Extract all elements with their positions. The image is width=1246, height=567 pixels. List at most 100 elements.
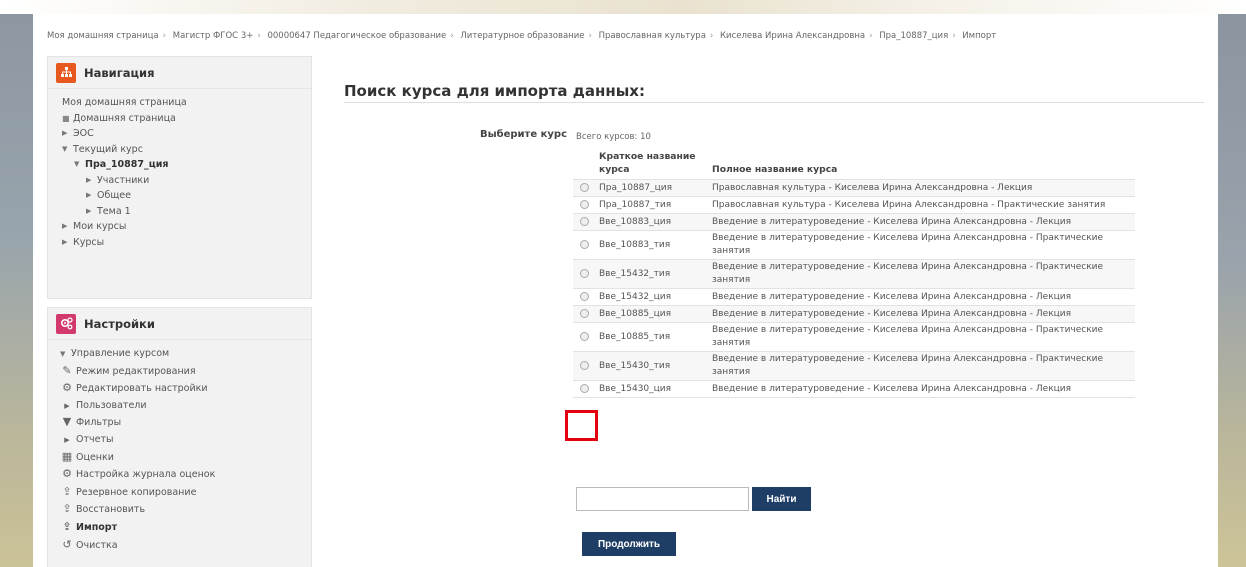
course-short-name: Вве_10883_ция — [595, 213, 708, 231]
triangle-right-icon: ▶ — [64, 401, 70, 410]
nav-item-general[interactable]: ▶ Общее — [62, 188, 311, 204]
course-short-name: Пра_10887_ция — [595, 179, 708, 197]
nav-item-label: Текущий курс — [73, 143, 143, 155]
breadcrumb-item[interactable]: 00000647 Педагогическое образование — [267, 31, 446, 41]
breadcrumb-item[interactable]: Литературное образование — [460, 31, 584, 41]
course-short-name: Вве_15430_тия — [595, 351, 708, 381]
breadcrumb-item[interactable]: Пра_10887_ция — [879, 31, 948, 41]
table-row[interactable]: Вве_15432_тия Введение в литературоведени… — [573, 259, 1135, 289]
course-radio[interactable] — [579, 360, 589, 370]
pencil-icon: ✎ — [62, 363, 72, 377]
top-background-strip — [0, 0, 1246, 14]
left-background — [0, 14, 33, 567]
settings-item-backup[interactable]: ⇪ Резервное копирование — [60, 484, 311, 502]
course-radio-cell — [573, 322, 595, 352]
highlight-box — [565, 410, 598, 441]
breadcrumb-item[interactable]: Магистр ФГОС 3+ — [173, 31, 254, 41]
course-radio[interactable] — [579, 216, 589, 226]
table-row[interactable]: Вве_10885_ция Введение в литературоведени… — [573, 305, 1135, 323]
find-button[interactable]: Найти — [752, 487, 811, 511]
settings-item-filters[interactable]: ▼ Фильтры — [60, 414, 311, 432]
gears-icon — [56, 313, 76, 334]
course-radio[interactable] — [579, 239, 589, 249]
settings-item-label: Импорт — [76, 521, 118, 533]
nav-item-home[interactable]: Моя домашняя страница — [62, 95, 311, 111]
course-radio[interactable] — [579, 268, 589, 278]
breadcrumb-item[interactable]: Моя домашняя страница — [47, 31, 159, 41]
upload-icon: ⇪ — [62, 502, 72, 516]
settings-item-reset[interactable]: ↺ Очистка — [60, 537, 311, 555]
settings-item-import[interactable]: ⇪ Импорт — [60, 519, 311, 537]
nav-item-my-courses[interactable]: ▶ Мои курсы — [62, 219, 311, 235]
table-row[interactable]: Пра_10887_тия Православная культура - Кис… — [573, 196, 1135, 214]
gear-icon: ⚙ — [62, 467, 72, 481]
course-radio[interactable] — [579, 182, 589, 192]
course-radio[interactable] — [579, 331, 589, 341]
settings-item-grades[interactable]: ▦ Оценки — [60, 449, 311, 467]
course-radio-cell — [573, 380, 595, 398]
course-short-name: Вве_15430_ция — [595, 380, 708, 398]
breadcrumb: Моя домашняя страница › Магистр ФГОС 3+ › … — [47, 31, 997, 41]
nav-item-label: Участники — [97, 174, 150, 186]
continue-button[interactable]: Продолжить — [582, 532, 676, 556]
settings-item-label: Управление курсом — [71, 348, 170, 359]
course-full-name: Введение в литературоведение - Киселева … — [708, 288, 1135, 306]
nav-item-topic1[interactable]: ▶ Тема 1 — [62, 204, 311, 220]
settings-item-reports[interactable]: ▶ Отчеты — [60, 432, 311, 449]
settings-item-label: Настройка журнала оценок — [76, 469, 216, 481]
course-radio[interactable] — [579, 383, 589, 393]
courses-table: Краткое название курса Полное название к… — [573, 150, 1135, 398]
navigation-block: Навигация Моя домашняя страница ■ Домашня… — [47, 56, 312, 299]
settings-item-gradebook-setup[interactable]: ⚙ Настройка журнала оценок — [60, 466, 311, 484]
nav-item-course[interactable]: ▼ Пра_10887_ция — [62, 157, 311, 173]
nav-item-label: ЭОС — [73, 128, 94, 139]
table-row[interactable]: Пра_10887_ция Православная культура - Кис… — [573, 179, 1135, 197]
nav-item-dashboard[interactable]: ■ Домашняя страница — [62, 111, 311, 127]
settings-item-edit-mode[interactable]: ✎ Режим редактирования — [60, 363, 311, 381]
course-short-name: Вве_10885_тия — [595, 322, 708, 352]
settings-item-restore[interactable]: ⇪ Восстановить — [60, 501, 311, 519]
navigation-title: Навигация — [84, 65, 155, 80]
header-full-name: Полное название курса — [712, 164, 838, 175]
triangle-down-icon: ▼ — [60, 350, 66, 358]
breadcrumb-item[interactable]: Киселева Ирина Александровна — [720, 31, 865, 41]
nav-item-label: Домашняя страница — [73, 112, 176, 124]
settings-item-label: Очистка — [76, 539, 118, 551]
settings-item-edit-settings[interactable]: ⚙ Редактировать настройки — [60, 380, 311, 398]
page: Моя домашняя страница › Магистр ФГОС 3+ › … — [33, 14, 1218, 567]
table-row[interactable]: Вве_10883_ция Введение в литературоведени… — [573, 213, 1135, 231]
settings-item-users[interactable]: ▶ Пользователи — [60, 398, 311, 415]
search-input[interactable] — [576, 487, 749, 511]
course-full-name: Православная культура - Киселева Ирина А… — [708, 179, 1135, 197]
course-radio-cell — [573, 259, 595, 289]
settings-item-label: Пользователи — [76, 399, 147, 411]
settings-item-label: Фильтры — [76, 417, 122, 429]
filter-icon: ▼ — [62, 415, 72, 429]
course-full-name: Введение в литературоведение - Киселева … — [708, 230, 1135, 260]
settings-title: Настройки — [84, 316, 155, 331]
nav-item-eos[interactable]: ▶ ЭОС — [62, 126, 311, 142]
nav-item-participants[interactable]: ▶ Участники — [62, 173, 311, 189]
course-full-name: Введение в литературоведение - Киселева … — [708, 380, 1135, 398]
navigation-block-header[interactable]: Навигация — [48, 57, 311, 89]
table-row[interactable]: Вве_15430_тия Введение в литературоведени… — [573, 351, 1135, 381]
table-row[interactable]: Вве_10885_тия Введение в литературоведени… — [573, 322, 1135, 352]
nav-item-current-course[interactable]: ▼ Текущий курс — [62, 142, 311, 158]
table-row[interactable]: Вве_15430_ция Введение в литературоведени… — [573, 380, 1135, 398]
settings-tree: ▼ Управление курсом ✎ Режим редактирования… — [48, 340, 311, 554]
settings-item-label: Отчеты — [76, 433, 114, 445]
nav-item-label: Пра_10887_ция — [85, 159, 169, 170]
course-radio[interactable] — [579, 291, 589, 301]
breadcrumb-item[interactable]: Православная культура — [599, 31, 706, 41]
course-radio[interactable] — [579, 199, 589, 209]
settings-block-header[interactable]: Настройки — [48, 308, 311, 340]
course-full-name: Православная культура - Киселева Ирина А… — [708, 196, 1135, 214]
table-row[interactable]: Вве_10883_тия Введение в литературоведени… — [573, 230, 1135, 260]
course-radio[interactable] — [579, 308, 589, 318]
settings-item-manage[interactable]: ▼ Управление курсом — [60, 346, 311, 363]
triangle-down-icon: ▼ — [74, 160, 80, 168]
course-radio-cell — [573, 196, 595, 214]
nav-item-courses[interactable]: ▶ Курсы — [62, 235, 311, 251]
table-row[interactable]: Вве_15432_ция Введение в литературоведени… — [573, 288, 1135, 306]
upload-icon: ⇪ — [62, 519, 72, 533]
